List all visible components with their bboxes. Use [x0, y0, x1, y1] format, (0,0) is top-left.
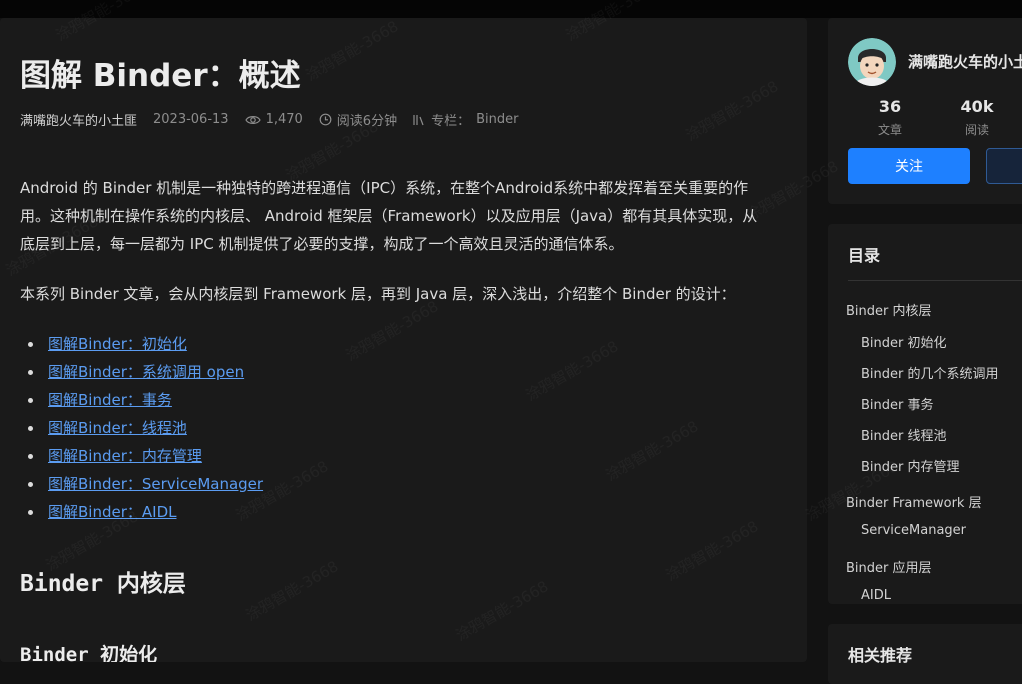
list-item: 图解Binder：内存管理	[27, 442, 263, 470]
publish-date: 2023-06-13	[153, 112, 229, 127]
series-link-aidl[interactable]: 图解Binder：AIDL	[48, 503, 176, 521]
article-title: 图解 Binder：概述	[20, 58, 301, 94]
toc-item-memory[interactable]: Binder 内存管理	[861, 456, 960, 475]
related-title: 相关推荐	[848, 646, 913, 665]
toc-item-framework-layer[interactable]: Binder Framework 层	[846, 492, 982, 511]
column-name[interactable]: Binder	[476, 112, 518, 127]
articles-label: 文章	[877, 123, 902, 137]
views-count: 1,470	[244, 112, 303, 127]
series-link-init[interactable]: 图解Binder：初始化	[48, 335, 187, 353]
message-button[interactable]	[986, 148, 1022, 184]
column-tag[interactable]: 专栏： Binder	[413, 110, 518, 129]
toc-item-aidl[interactable]: AIDL	[861, 588, 891, 603]
list-item: 图解Binder：ServiceManager	[27, 470, 263, 498]
toc-item-app-layer[interactable]: Binder 应用层	[846, 557, 932, 576]
intro-paragraph: Android 的 Binder 机制是一种独特的跨进程通信（IPC）系统，在整…	[20, 179, 758, 253]
series-link-servicemanager[interactable]: 图解Binder：ServiceManager	[48, 475, 263, 493]
follow-button[interactable]: 关注	[848, 148, 970, 184]
series-link-open[interactable]: 图解Binder：系统调用 open	[48, 363, 244, 381]
heading-init: Binder 初始化	[20, 644, 158, 662]
list-item: 图解Binder：系统调用 open	[27, 358, 263, 386]
views-value: 1,470	[265, 112, 303, 127]
list-item: 图解Binder：事务	[27, 386, 263, 414]
top-bar	[0, 0, 1022, 18]
reads-label: 阅读	[964, 123, 989, 137]
avatar[interactable]	[848, 38, 896, 86]
toc-item-threadpool[interactable]: Binder 线程池	[861, 425, 947, 444]
reads-count: 40k	[960, 97, 994, 116]
read-time: 阅读6分钟	[319, 110, 397, 129]
author-name[interactable]: 满嘴跑火车的小土	[908, 51, 1022, 72]
toc-divider	[848, 280, 1022, 281]
toc-item-syscalls[interactable]: Binder 的几个系统调用	[861, 363, 999, 382]
series-link-transaction[interactable]: 图解Binder：事务	[48, 391, 172, 409]
series-link-threadpool[interactable]: 图解Binder：线程池	[48, 419, 187, 437]
reads-stat: 40k 阅读	[947, 97, 1007, 138]
articles-count: 36	[878, 97, 902, 116]
clock-icon	[319, 113, 332, 126]
toc-item-kernel-layer[interactable]: Binder 内核层	[846, 300, 932, 319]
avatar-image	[848, 38, 896, 86]
column-icon	[413, 114, 424, 125]
toc-item-servicemanager[interactable]: ServiceManager	[861, 523, 966, 538]
article-meta: 满嘴跑火车的小土匪 2023-06-13 1,470 阅读6分钟 专栏： Bin…	[20, 110, 534, 129]
list-item: 图解Binder：初始化	[27, 330, 263, 358]
series-link-memory[interactable]: 图解Binder：内存管理	[48, 447, 202, 465]
list-item: 图解Binder：AIDL	[27, 498, 263, 526]
series-link-list: 图解Binder：初始化 图解Binder：系统调用 open 图解Binder…	[27, 330, 263, 526]
heading-kernel-layer: Binder 内核层	[20, 571, 186, 597]
toc-item-init[interactable]: Binder 初始化	[861, 332, 947, 351]
author-card: 满嘴跑火车的小土 36 文章 40k 阅读 关注	[828, 18, 1022, 204]
article-card: 图解 Binder：概述 满嘴跑火车的小土匪 2023-06-13 1,470 …	[0, 18, 807, 662]
table-of-contents: 目录 Binder 内核层 Binder 初始化 Binder 的几个系统调用 …	[828, 224, 1022, 604]
articles-stat: 36 文章	[860, 97, 920, 138]
toc-item-transaction[interactable]: Binder 事务	[861, 394, 934, 413]
eye-icon	[244, 115, 261, 124]
read-time-value: 阅读6分钟	[336, 114, 398, 129]
list-item: 图解Binder：线程池	[27, 414, 263, 442]
related-recommendations: 相关推荐	[828, 624, 1022, 684]
toc-title: 目录	[848, 246, 881, 265]
author-link[interactable]: 满嘴跑火车的小土匪	[20, 110, 137, 129]
series-paragraph: 本系列 Binder 文章，会从内核层到 Framework 层，再到 Java…	[20, 285, 736, 303]
column-label: 专栏：	[431, 114, 471, 129]
